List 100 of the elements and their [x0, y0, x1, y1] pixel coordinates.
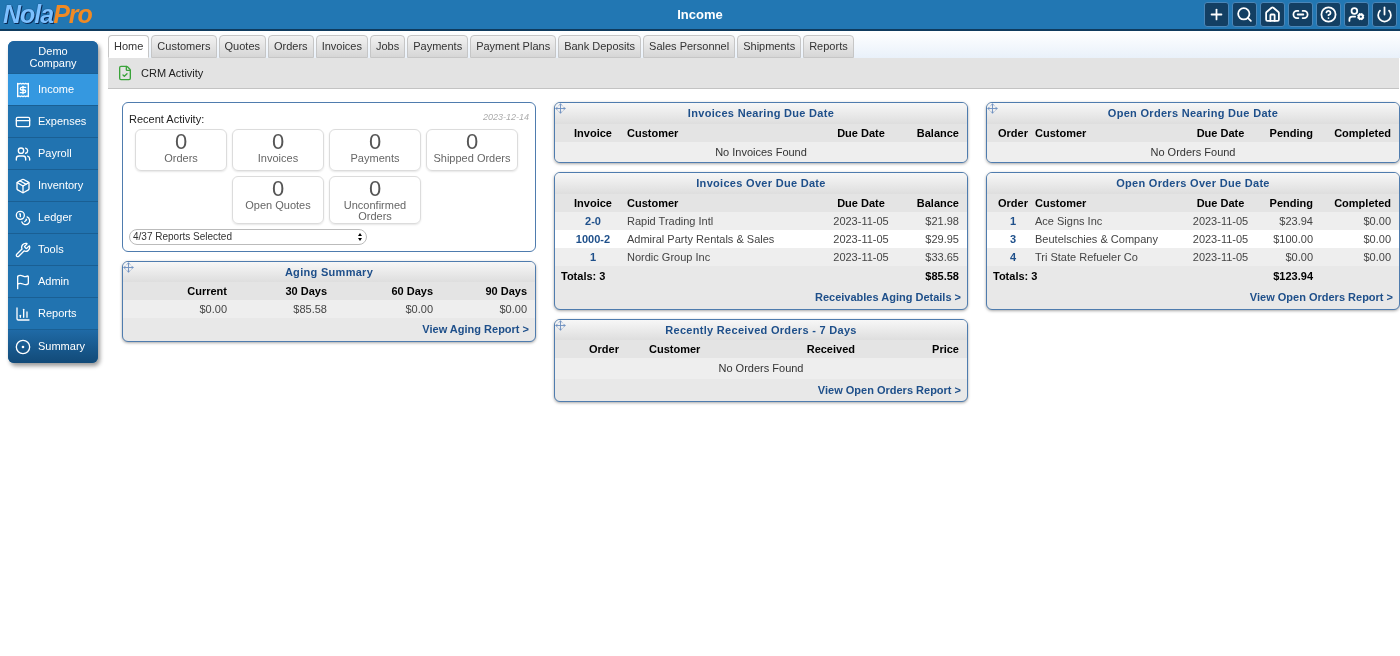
table-cell-text: 2023-11-05: [832, 249, 890, 265]
sidebar-item[interactable]: Expenses: [8, 105, 98, 137]
page-title: Income: [677, 5, 723, 24]
power-icon: [1376, 6, 1393, 23]
sidebar-item[interactable]: Reports: [8, 297, 98, 329]
sidebar-item[interactable]: Inventory: [8, 169, 98, 201]
crm-activity-link[interactable]: CRM Activity: [141, 64, 204, 82]
tab[interactable]: Reports: [803, 35, 854, 58]
record-link[interactable]: 2-0: [561, 211, 625, 230]
table-cell-text: Tri State Refueler Co: [1034, 249, 1139, 265]
panel-title: Invoices Over Due Date: [696, 176, 826, 191]
stat-label: Orders: [163, 152, 199, 164]
search-button[interactable]: [1232, 2, 1257, 27]
table-cell-text: $0.00: [1362, 231, 1392, 247]
link-button[interactable]: [1288, 2, 1313, 27]
stat-label: Shipped Orders: [432, 152, 512, 164]
report-link[interactable]: View Aging Report >: [422, 321, 529, 338]
move-icon[interactable]: [555, 319, 566, 331]
add-button[interactable]: [1204, 2, 1229, 27]
flag-icon: [15, 273, 31, 290]
column-header: Pending: [1268, 125, 1314, 140]
column-header: Received: [805, 342, 856, 356]
stat-tile[interactable]: 0 Shipped Orders: [426, 128, 518, 171]
column-header: Pending: [1268, 195, 1314, 210]
column-header: Completed: [1333, 125, 1392, 140]
column-header: Completed: [1333, 195, 1392, 210]
record-link[interactable]: 3: [993, 229, 1033, 248]
stat-count: 0: [174, 130, 188, 153]
stat-tile[interactable]: 0 Payments: [329, 128, 421, 171]
table-cell-text: Nordic Group Inc: [626, 249, 712, 265]
tab[interactable]: Orders: [268, 35, 314, 58]
stat-label: Open Quotes: [244, 199, 312, 211]
sidebar-item[interactable]: Admin: [8, 265, 98, 297]
table-cell-text: Admiral Party Rentals & Sales: [626, 231, 776, 247]
home-icon: [1264, 6, 1281, 23]
panel-title: Recently Received Orders - 7 Days: [665, 322, 857, 338]
stat-label: Unconfirmed Orders: [342, 199, 408, 222]
column-header: Due Date: [1195, 195, 1246, 210]
tab[interactable]: Home: [108, 35, 150, 58]
table-cell-text: Ace Signs Inc: [1034, 213, 1104, 229]
table-cell-text: 2023-11-05: [1191, 213, 1250, 229]
record-link[interactable]: 1: [993, 211, 1033, 230]
totals-label: Totals: 3: [561, 268, 607, 284]
date-label: 2023-12-14: [482, 111, 529, 124]
report-link[interactable]: Receivables Aging Details >: [815, 289, 961, 306]
stat-tile[interactable]: 0 Open Quotes: [232, 175, 324, 224]
column-header: 30 Days: [284, 284, 328, 298]
table-cell-text: $0.00: [498, 302, 528, 317]
empty-message: No Orders Found: [718, 361, 804, 376]
sidebar-item[interactable]: Ledger: [8, 201, 98, 233]
record-link[interactable]: 1000-2: [561, 229, 625, 248]
box-icon: [15, 177, 31, 194]
tab[interactable]: Invoices: [315, 35, 368, 58]
user-settings-button[interactable]: [1344, 2, 1369, 27]
tab[interactable]: Payments: [407, 35, 469, 58]
table-cell-text: $0.00: [1362, 249, 1392, 265]
move-icon[interactable]: [555, 103, 566, 114]
tab[interactable]: Customers: [151, 35, 217, 58]
power-button[interactable]: [1372, 2, 1397, 27]
table-cell-text: $0.00: [198, 302, 228, 317]
panel-title: Open Orders Over Due Date: [1116, 176, 1270, 191]
stat-tile[interactable]: 0 Unconfirmed Orders: [329, 175, 421, 224]
home-button[interactable]: [1260, 2, 1285, 27]
sidebar-item[interactable]: Tools: [8, 233, 98, 265]
report-link[interactable]: View Open Orders Report >: [817, 381, 961, 398]
tab[interactable]: Payment Plans: [470, 35, 557, 58]
select-arrows-icon: [358, 232, 363, 241]
move-icon[interactable]: [123, 261, 134, 273]
stat-count: 0: [368, 130, 382, 153]
report-link[interactable]: View Open Orders Report >: [1249, 289, 1393, 306]
tab[interactable]: Bank Deposits: [558, 35, 642, 58]
column-header: Order: [588, 342, 620, 356]
record-link[interactable]: 4: [993, 247, 1033, 266]
column-header: Invoice: [573, 125, 613, 140]
stat-tile[interactable]: 0 Orders: [135, 128, 227, 171]
add-icon: [1208, 6, 1225, 23]
tab[interactable]: Shipments: [737, 35, 802, 58]
column-header: Customer: [1034, 195, 1088, 210]
total-value: $123.94: [1272, 268, 1314, 284]
table-cell-text: 2023-11-05: [1191, 249, 1250, 265]
tab[interactable]: Sales Personnel: [643, 35, 736, 58]
stat-count: 0: [368, 177, 382, 200]
empty-message: No Invoices Found: [715, 144, 807, 160]
table-cell-text: $21.98: [924, 213, 960, 229]
stat-count: 0: [465, 130, 479, 153]
section-label: Recent Activity:: [129, 112, 205, 127]
table-cell-text: Rapid Trading Intl: [626, 213, 715, 229]
help-icon: [1320, 6, 1337, 23]
column-header: Order: [997, 125, 1029, 140]
tab[interactable]: Quotes: [218, 35, 266, 58]
sidebar-item[interactable]: Payroll: [8, 137, 98, 169]
help-button[interactable]: [1316, 2, 1341, 27]
tab[interactable]: Jobs: [370, 35, 406, 58]
stat-count: 0: [271, 177, 285, 200]
people-icon: [15, 145, 31, 162]
sidebar-item[interactable]: Summary: [8, 329, 98, 363]
move-icon[interactable]: [987, 103, 998, 114]
stat-tile[interactable]: 0 Invoices: [232, 128, 324, 171]
table-cell-text: $23.94: [1278, 213, 1314, 229]
record-link[interactable]: 1: [561, 247, 625, 266]
